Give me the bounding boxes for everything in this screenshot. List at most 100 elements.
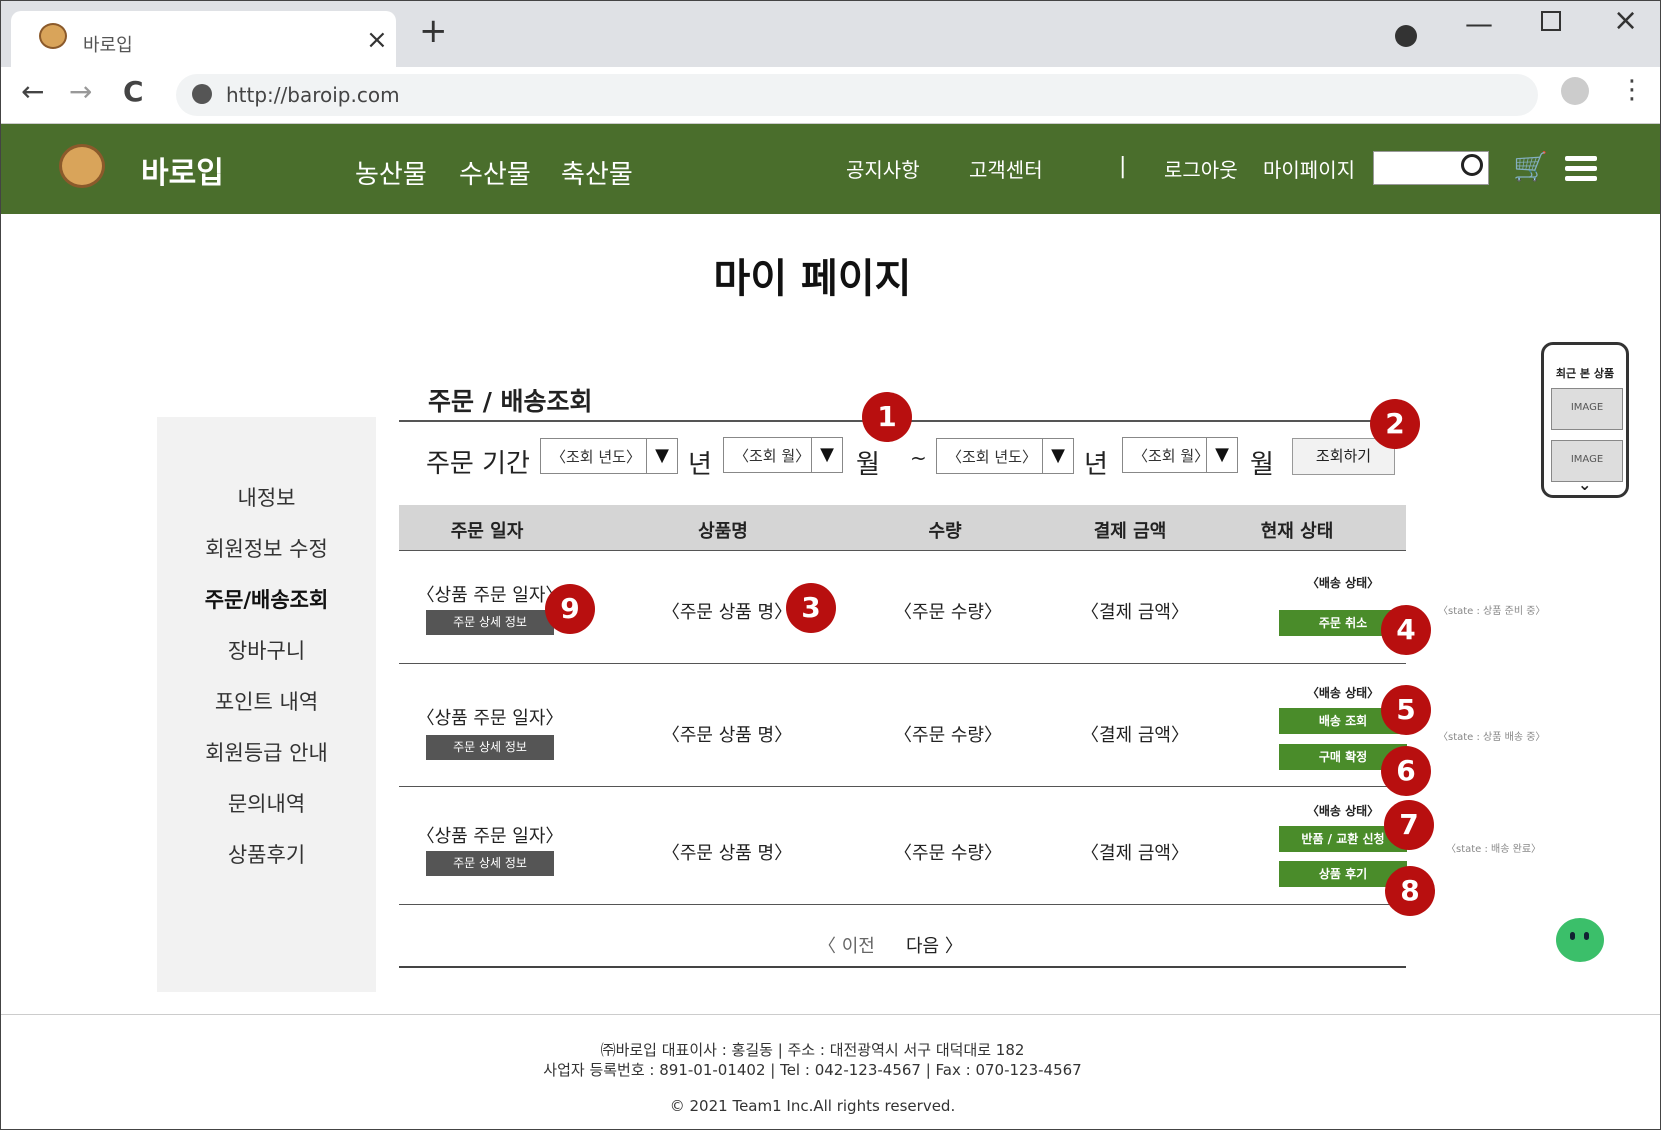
mypage-sidebar: 내정보 회원정보 수정 주문/배송조회 장바구니 포인트 내역 회원등급 안내 … [157, 417, 376, 992]
payment-amount: 〈결제 금액〉 [1081, 725, 1189, 746]
state-note: 〈state : 상품 준비 중〉 [1438, 606, 1546, 617]
sidebar-item-grade[interactable]: 회원등급 안내 [157, 737, 376, 767]
product-name: 〈주문 상품 명〉 [661, 843, 793, 864]
annotation-badge: 4 [1381, 605, 1431, 655]
footer-copyright: © 2021 Team1 Inc.All rights reserved. [669, 1097, 956, 1115]
browser-menu-icon[interactable]: ⋮ [1619, 75, 1645, 105]
footer-divider [1, 1014, 1660, 1015]
annotation-badge: 3 [786, 583, 836, 633]
from-month-value: 〈조회 월〉 [734, 447, 811, 465]
chevron-down-icon[interactable]: ⌄ [1578, 475, 1591, 494]
chat-icon [1556, 918, 1604, 962]
from-month-select[interactable]: 〈조회 월〉 ▼ [723, 437, 843, 473]
product-name: 〈주문 상품 명〉 [661, 602, 793, 623]
table-header: 주문 일자 상품명 수량 결제 금액 현재 상태 [399, 505, 1406, 550]
order-detail-button[interactable]: 주문 상세 정보 [426, 735, 554, 760]
to-year-value: 〈조회 년도〉 [947, 448, 1037, 466]
sidebar-item-profile[interactable]: 내정보 [157, 482, 376, 512]
nav-separator: | [1119, 154, 1127, 179]
sidebar-item-points[interactable]: 포인트 내역 [157, 686, 376, 716]
annotation-badge: 8 [1385, 866, 1435, 916]
order-detail-button[interactable]: 주문 상세 정보 [426, 851, 554, 876]
column-header: 현재 상태 [1260, 521, 1334, 542]
recent-products-widget: 최근 본 상품 IMAGE IMAGE ⌄ [1541, 342, 1629, 498]
pager-next-button[interactable]: 다음 〉 [906, 932, 963, 958]
column-header: 상품명 [698, 521, 748, 542]
search-icon[interactable] [1461, 154, 1483, 176]
to-month-select[interactable]: 〈조회 월〉 ▼ [1122, 437, 1238, 473]
chevron-down-icon: ▼ [811, 438, 842, 472]
row-divider [399, 904, 1406, 905]
order-date: 〈상품 주문 일자〉 [416, 585, 564, 606]
globe-icon [192, 84, 212, 104]
sidebar-item-orders[interactable]: 주문/배송조회 [157, 584, 376, 614]
range-tilde: ~ [910, 446, 927, 470]
tab-title: 바로입 [83, 35, 133, 56]
month-unit: 월 [856, 450, 880, 480]
footer-registration-info: 사업자 등록번호 : 891-01-01402 | Tel : 042-123-… [543, 1061, 1082, 1079]
address-bar-row: ← → C http://baroip.com ⋮ [1, 67, 1660, 124]
url-text[interactable]: http://baroip.com [226, 83, 400, 107]
order-date: 〈상품 주문 일자〉 [416, 826, 564, 847]
row-divider [399, 786, 1406, 787]
pager-prev-button[interactable]: 〈 이전 [818, 932, 875, 958]
nav-livestock[interactable]: 축산물 [561, 154, 633, 191]
annotation-badge: 9 [545, 584, 595, 634]
nav-seafood[interactable]: 수산물 [459, 154, 531, 191]
footer-company-info: ㈜바로입 대표이사 : 홍길동 | 주소 : 대전광역시 서구 대덕대로 182 [600, 1041, 1025, 1059]
profile-icon[interactable] [1561, 77, 1589, 105]
column-header: 수량 [928, 521, 962, 542]
order-detail-button[interactable]: 주문 상세 정보 [426, 610, 554, 635]
chat-button[interactable] [1534, 896, 1624, 986]
back-icon[interactable]: ← [21, 75, 44, 108]
logo-icon[interactable] [59, 144, 105, 188]
forward-icon[interactable]: → [69, 75, 92, 108]
image-placeholder-label: IMAGE [1570, 454, 1604, 465]
browser-tab-bar: 바로입 × + — × [1, 1, 1660, 69]
browser-tab[interactable]: 바로입 × [11, 11, 396, 69]
logout-link[interactable]: 로그아웃 [1164, 154, 1238, 183]
maximize-icon[interactable] [1541, 11, 1561, 31]
delivery-status-label: 〈배송 상태〉 [1306, 576, 1380, 590]
annotation-badge: 1 [862, 392, 912, 442]
mypage-link[interactable]: 마이페이지 [1263, 154, 1355, 183]
year-unit: 년 [1084, 450, 1108, 480]
cart-icon[interactable]: 🛒 [1513, 150, 1548, 183]
chevron-down-icon: ▼ [1042, 439, 1073, 473]
tab-favicon-icon [39, 23, 67, 49]
nav-notice[interactable]: 공지사항 [846, 154, 920, 183]
to-year-select[interactable]: 〈조회 년도〉 ▼ [936, 438, 1074, 474]
nav-agriculture[interactable]: 농산물 [355, 154, 427, 191]
recent-products-title: 최근 본 상품 [1555, 367, 1615, 380]
sidebar-item-cart[interactable]: 장바구니 [157, 635, 376, 665]
state-note: 〈state : 배송 완료〉 [1446, 844, 1542, 855]
minimize-icon[interactable]: — [1465, 7, 1493, 40]
chevron-down-icon: ▼ [646, 439, 677, 473]
omnibox[interactable]: http://baroip.com [176, 74, 1538, 116]
annotation-badge: 5 [1381, 685, 1431, 735]
extension-icon[interactable] [1395, 25, 1417, 47]
site-header: 바로입 농산물 수산물 축산물 공지사항 고객센터 | 로그아웃 마이페이지 🛒 [1, 124, 1660, 214]
order-quantity: 〈주문 수량〉 [894, 602, 1002, 623]
nav-customer-center[interactable]: 고객센터 [969, 154, 1043, 183]
from-year-select[interactable]: 〈조회 년도〉 ▼ [540, 438, 678, 474]
month-unit: 월 [1250, 450, 1274, 480]
recent-product-image[interactable]: IMAGE [1551, 388, 1623, 430]
tab-close-icon[interactable]: × [366, 25, 388, 55]
table-bottom-line [399, 966, 1406, 968]
reload-icon[interactable]: C [123, 75, 144, 108]
row-divider [399, 663, 1406, 664]
product-name: 〈주문 상품 명〉 [661, 725, 793, 746]
sidebar-item-edit-member[interactable]: 회원정보 수정 [157, 533, 376, 563]
chevron-down-icon: ▼ [1206, 438, 1237, 472]
brand-name[interactable]: 바로입 [141, 148, 224, 192]
state-note: 〈state : 상품 배송 중〉 [1438, 732, 1546, 743]
window-close-icon[interactable]: × [1613, 3, 1638, 38]
payment-amount: 〈결제 금액〉 [1081, 843, 1189, 864]
hamburger-icon[interactable] [1565, 156, 1597, 186]
new-tab-icon[interactable]: + [419, 11, 448, 51]
sidebar-item-inquiries[interactable]: 문의내역 [157, 788, 376, 818]
delivery-status-label: 〈배송 상태〉 [1306, 804, 1380, 818]
sidebar-item-reviews[interactable]: 상품후기 [157, 839, 376, 869]
order-date: 〈상품 주문 일자〉 [416, 708, 564, 729]
